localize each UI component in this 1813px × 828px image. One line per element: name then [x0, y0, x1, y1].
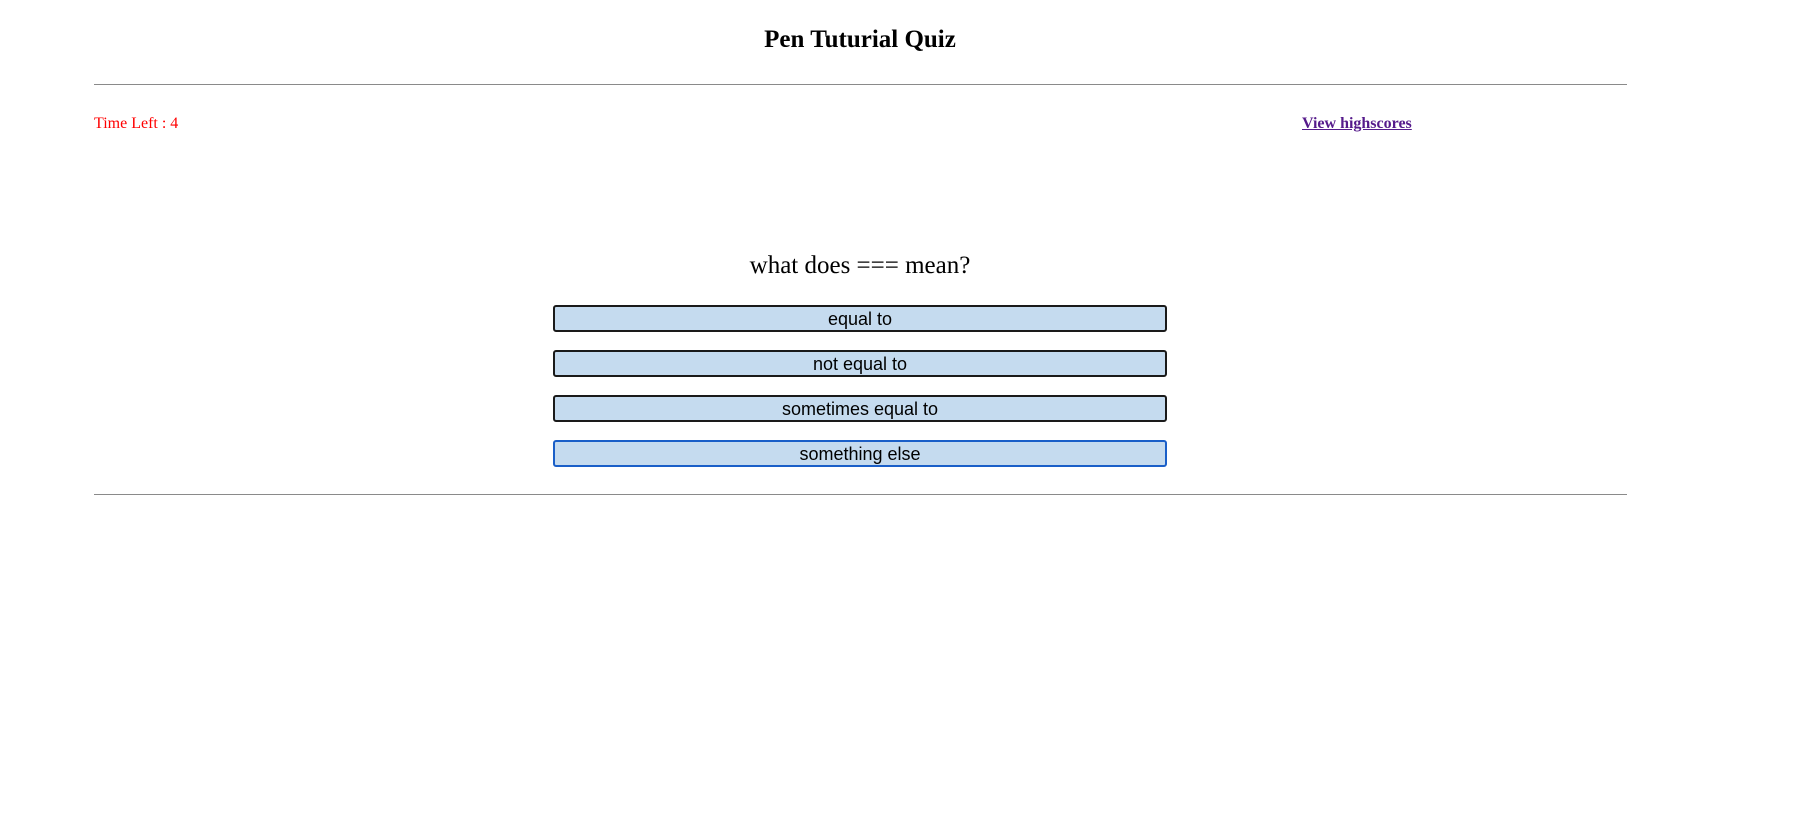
answer-button-3[interactable]: sometimes equal to	[553, 395, 1167, 422]
answer-button-2[interactable]: not equal to	[553, 350, 1167, 377]
time-left-display: Time Left : 4	[94, 115, 179, 132]
view-highscores-link[interactable]: View highscores	[1302, 114, 1412, 134]
page-title: Pen Tuturial Quiz	[764, 26, 956, 53]
answer-list: equal to not equal to sometimes equal to…	[553, 305, 1167, 485]
answer-button-4[interactable]: something else	[553, 440, 1167, 467]
question-text: what does === mean?	[749, 252, 971, 279]
footer-divider	[94, 494, 1627, 495]
header-divider	[94, 84, 1627, 85]
answer-button-1[interactable]: equal to	[553, 305, 1167, 332]
